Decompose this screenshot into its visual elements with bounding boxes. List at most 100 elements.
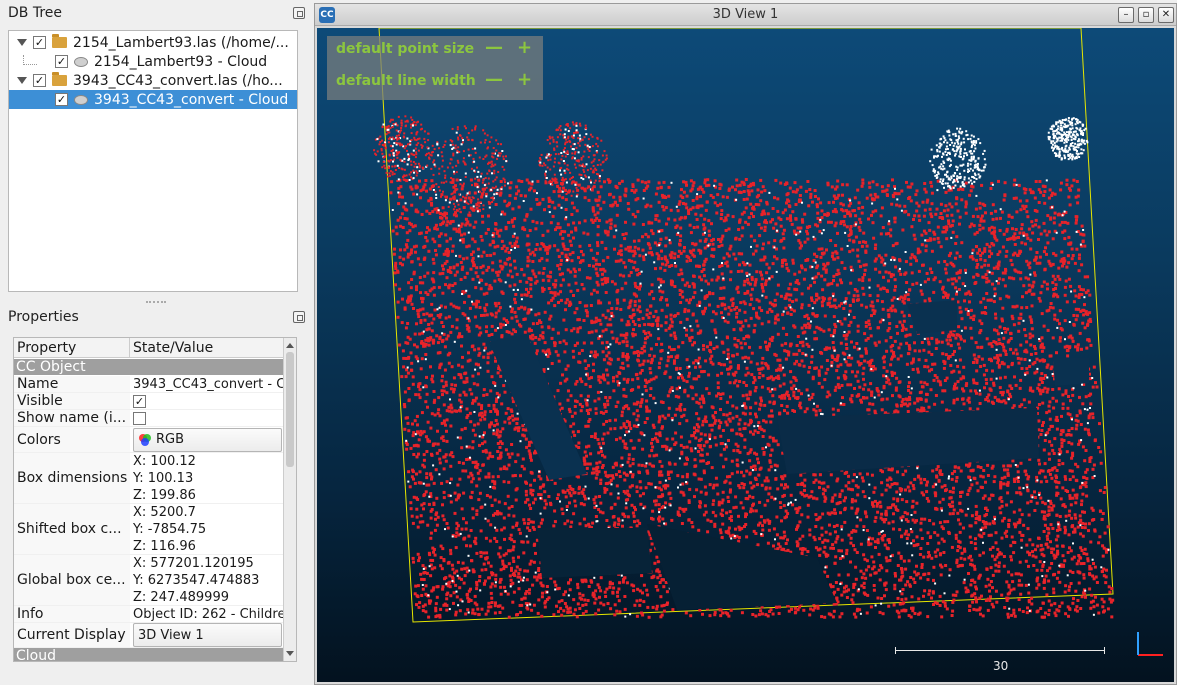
visible-checkbox[interactable]: ✓ xyxy=(133,394,146,408)
cloud-point xyxy=(817,381,821,385)
cloud-point xyxy=(797,349,801,353)
cloud-point xyxy=(794,203,798,206)
checkbox[interactable]: ✓ xyxy=(33,74,46,87)
tree-item-3943-cloud[interactable]: ✓ 3943_CC43_convert - Cloud xyxy=(9,90,297,109)
tree-item-3943-las[interactable]: ✓ 3943_CC43_convert.las (/ho... xyxy=(9,71,297,90)
cloud-point xyxy=(838,320,842,323)
cloud-point xyxy=(456,560,460,564)
expand-arrow-icon[interactable] xyxy=(17,77,27,84)
close-button[interactable]: ✕ xyxy=(1158,7,1174,23)
prop-row-name[interactable]: Name 3943_CC43_convert - Cloud xyxy=(14,376,284,393)
point-cloud-render[interactable] xyxy=(317,28,1174,682)
cloud-point xyxy=(587,331,591,335)
cloud-point xyxy=(969,389,973,393)
prop-row-global-box[interactable]: Global box ce... X: 577201.120195 Y: 627… xyxy=(14,555,284,606)
cloud-point xyxy=(632,328,635,332)
cloud-point xyxy=(619,426,623,430)
db-tree[interactable]: ✓ 2154_Lambert93.las (/home/... ✓ 2154_L… xyxy=(8,30,298,292)
cloud-point xyxy=(860,184,864,188)
3d-view-titlebar[interactable]: CC 3D View 1 – ▫ ✕ xyxy=(315,4,1176,26)
cloud-point xyxy=(1085,477,1089,481)
scroll-thumb[interactable] xyxy=(286,352,294,467)
cloud-point xyxy=(498,604,502,608)
cloud-point xyxy=(454,546,458,550)
scroll-up-icon[interactable] xyxy=(286,343,294,348)
cloud-point xyxy=(759,396,763,400)
point-cloud-canvas[interactable]: default point size — + default line widt… xyxy=(317,28,1174,682)
cloud-point xyxy=(684,180,688,184)
cloud-point xyxy=(1032,280,1036,284)
cloud-point xyxy=(1042,346,1046,350)
cloud-point xyxy=(815,404,819,408)
cloud-point xyxy=(994,563,998,567)
cloud-point xyxy=(685,281,689,285)
prop-row-info[interactable]: Info Object ID: 262 - Children: 0 xyxy=(14,606,284,623)
colors-dropdown[interactable]: RGB xyxy=(133,427,282,452)
restore-button[interactable]: ▫ xyxy=(1138,7,1154,23)
column-header-value[interactable]: State/Value xyxy=(130,338,213,357)
cloud-point xyxy=(583,196,587,200)
cloud-point xyxy=(608,193,611,197)
cloud-point xyxy=(442,385,446,389)
minimize-button[interactable]: – xyxy=(1118,7,1134,23)
cloud-point xyxy=(553,206,557,210)
tree-item-2154-las[interactable]: ✓ 2154_Lambert93.las (/home/... xyxy=(9,33,297,52)
prop-row-current-display[interactable]: Current Display 3D View 1 xyxy=(14,623,284,648)
properties-scrollbar[interactable] xyxy=(283,338,296,661)
cloud-point xyxy=(604,410,608,413)
cloud-point xyxy=(956,564,960,568)
cloud-point xyxy=(822,262,826,266)
cloud-point xyxy=(503,199,507,203)
cloud-point xyxy=(473,594,477,598)
cloud-point xyxy=(987,393,991,397)
cloud-point xyxy=(808,528,812,532)
cloud-point xyxy=(418,382,422,386)
cloud-point xyxy=(416,312,420,316)
cloud-point xyxy=(772,527,776,531)
3d-view-window[interactable]: CC 3D View 1 – ▫ ✕ default point size — … xyxy=(314,3,1177,685)
cloud-point xyxy=(410,475,414,479)
checkbox[interactable]: ✓ xyxy=(55,93,68,106)
prop-row-show-name[interactable]: Show name (i... xyxy=(14,410,284,427)
prop-row-box-dimensions[interactable]: Box dimensions X: 100.12 Y: 100.13 Z: 19… xyxy=(14,453,284,504)
cloud-point xyxy=(1075,247,1079,251)
cloud-point xyxy=(560,230,564,233)
name-value[interactable]: 3943_CC43_convert - Cloud xyxy=(130,376,284,392)
prop-row-visible[interactable]: Visible ✓ xyxy=(14,393,284,410)
cloud-point xyxy=(669,388,673,392)
checkbox[interactable]: ✓ xyxy=(33,36,46,49)
cloud-point xyxy=(734,257,738,261)
expand-arrow-icon[interactable] xyxy=(17,39,27,46)
cloud-point xyxy=(661,517,665,521)
cloud-point xyxy=(449,387,453,391)
cloud-point xyxy=(1032,564,1036,567)
cloud-point xyxy=(1034,548,1037,552)
cloud-point xyxy=(457,306,461,310)
tree-item-2154-cloud[interactable]: ✓ 2154_Lambert93 - Cloud xyxy=(9,52,297,71)
current-display-dropdown[interactable]: 3D View 1 xyxy=(133,623,282,647)
cloud-point xyxy=(897,192,901,196)
column-header-property[interactable]: Property xyxy=(14,338,130,357)
scroll-down-icon[interactable] xyxy=(286,651,294,656)
cloud-point xyxy=(517,528,521,532)
cloud-point xyxy=(400,212,404,216)
cloud-point xyxy=(740,180,744,184)
cloud-point xyxy=(441,374,444,378)
checkbox[interactable]: ✓ xyxy=(55,55,68,68)
prop-row-shifted-box[interactable]: Shifted box c... X: 5200.7 Y: -7854.75 Z… xyxy=(14,504,284,555)
prop-row-colors[interactable]: Colors RGB xyxy=(14,427,284,453)
cloud-point xyxy=(792,394,796,398)
properties-table[interactable]: Property State/Value CC Object Name 3943… xyxy=(13,337,297,662)
cloud-point xyxy=(730,428,734,432)
cloud-point xyxy=(649,304,653,308)
properties-float-icon[interactable] xyxy=(293,311,305,323)
show-name-checkbox[interactable] xyxy=(133,411,146,425)
cloud-point xyxy=(882,360,886,364)
cloud-point xyxy=(523,218,527,222)
cloud-point xyxy=(956,342,960,346)
cloud-point xyxy=(803,240,807,244)
cloud-point xyxy=(476,383,480,387)
panel-splitter[interactable] xyxy=(146,301,166,303)
cloud-point xyxy=(502,516,506,520)
db-tree-float-icon[interactable] xyxy=(293,7,305,19)
